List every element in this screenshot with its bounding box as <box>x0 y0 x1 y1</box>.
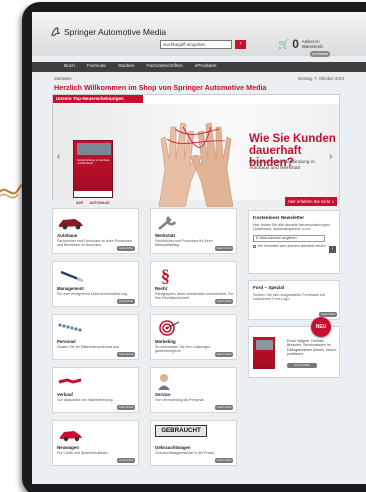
newsletter-consent[interactable]: Der Newsletter kann jederzeit abbestellt… <box>249 242 339 248</box>
category-tile-marketing[interactable]: Marketing So vermarkten Sie Ihre Leistun… <box>150 314 237 360</box>
tile-desc: Für Chefs und Spitzenverkäufer. <box>57 451 109 455</box>
tile-title: Personal <box>57 339 76 344</box>
horse-logo-icon <box>51 27 61 36</box>
handshake-icon <box>58 378 82 384</box>
category-tile-gebrauchtwagen[interactable]: GEBRAUCHT Gebrauchtwagen Gebrauchtwagenh… <box>150 420 237 466</box>
category-tile-service[interactable]: Service Von Vermarktung bis Personal. me… <box>150 367 237 413</box>
hero-slider: Unsere Top-Neuerscheinungen ‹ Kundenbind… <box>52 94 340 207</box>
cable-illustration <box>0 184 24 199</box>
newsletter-title: Kostenloser Newsletter <box>253 215 305 220</box>
ipad-frame: Springer Automotive Media Suchbegriff ei… <box>0 0 366 492</box>
tile-title: Neuwagen <box>57 445 79 450</box>
tile-title: Gebrauchtwagen <box>155 445 191 450</box>
category-tile-management[interactable]: Management Für eine erfolgreiche Unterne… <box>52 261 139 307</box>
wrench-icon <box>158 215 177 230</box>
tile-desc: Von Vermarktung bis Personal. <box>155 398 205 402</box>
more-info-button[interactable]: mehr Infos <box>117 299 135 304</box>
search-button[interactable]: › <box>235 40 246 49</box>
hands-illustration <box>158 122 234 207</box>
nav-item-eprodukte[interactable]: eProdukte <box>195 62 217 72</box>
tile-title: Service <box>155 392 171 397</box>
car-icon <box>59 219 83 230</box>
tile-title: Verkauf <box>57 392 73 397</box>
ford-desc: Sichern Sie sich ausgewählte Formulare m… <box>253 293 325 302</box>
nav-item-buch[interactable]: Buch <box>64 62 75 72</box>
book-logo: ASP <box>76 201 84 205</box>
logo-text: Springer Automotive Media <box>64 26 167 37</box>
category-tile-verkauf[interactable]: Verkauf Von Akquisition bis Nachbetreuun… <box>52 367 139 413</box>
tile-title: Management <box>57 286 84 291</box>
category-tile-recht[interactable]: § Recht Paragraphen leicht verständlich … <box>150 261 237 307</box>
person-icon <box>158 374 170 390</box>
book-cover-photo <box>77 143 111 155</box>
promo-button[interactable]: Zum Artikel <box>287 363 317 368</box>
springer-logo[interactable]: Springer Automotive Media <box>50 26 166 37</box>
book-cover-footer: ASP AUTOHAUS <box>74 191 112 205</box>
nav-item-studien[interactable]: Studien <box>118 62 134 72</box>
tile-desc: Gebrauchtwagenhandel in der Praxis. <box>155 451 216 455</box>
more-info-button[interactable]: mehr Infos <box>215 352 233 357</box>
category-tile-personal[interactable]: Personal Nutzen Sie Ihr Mitarbeiterpoten… <box>52 314 139 360</box>
new-badge: NEU <box>311 317 331 337</box>
pen-icon <box>60 270 84 283</box>
more-info-button[interactable]: mehr Infos <box>117 458 135 463</box>
tile-desc: Von Akquisition bis Nachbetreuung. <box>57 398 114 402</box>
newsletter-consent-label: Der Newsletter kann jederzeit abbestellt… <box>258 243 327 248</box>
category-tile-autohaus[interactable]: Autohaus Fachbücher und Formulare zu all… <box>52 208 139 254</box>
ford-special-box: Ford – Spezial Sichern Sie sich ausgewäh… <box>248 280 340 320</box>
nav-item-fachzeitschriften[interactable]: Fachzeitschriften <box>146 62 182 72</box>
more-info-button[interactable]: mehr Infos <box>215 299 233 304</box>
hero-banner[interactable]: ‹ Kundenbindung in Autohaus und Werkstat… <box>53 104 339 207</box>
site-header: Springer Automotive Media Suchbegriff ei… <box>32 12 366 57</box>
ford-title: Ford – Spezial <box>253 285 285 290</box>
page-title: Herzlich Willkommen im Shop von Springer… <box>54 83 267 92</box>
category-tile-neuwagen[interactable]: Neuwagen Für Chefs und Spitzenverkäufer.… <box>52 420 139 466</box>
newsletter-desc: Hier finden Sie alle aktuelle Neuerschei… <box>253 223 331 232</box>
newsletter-email-input[interactable]: E-Mail-Adresse angeben <box>253 234 325 242</box>
more-info-button[interactable]: mehr Infos <box>215 246 233 251</box>
cart-label: Artikel im Warenkorb <box>301 39 323 49</box>
nav-item-formular[interactable]: Formular <box>87 62 106 72</box>
next-slide-icon[interactable]: › <box>329 151 332 162</box>
new-car-icon <box>60 431 82 442</box>
tile-desc: Nutzen Sie Ihr Mitarbeiterpotenzial aus. <box>57 345 120 349</box>
more-info-button[interactable]: mehr Infos <box>215 458 233 463</box>
checkout-button[interactable]: zur Kasse <box>310 51 330 57</box>
main-nav: Buch Formular Studien Fachzeitschriften … <box>32 62 366 72</box>
current-date: Montag, 7. Oktober 2013 <box>298 76 345 81</box>
book-cover: Kundenbindung in Autohaus und Werkstatt … <box>73 140 113 205</box>
hero-cta-button[interactable]: Hier erfahren Sie mehr » <box>285 197 337 206</box>
svg-text:§: § <box>161 266 170 284</box>
people-icon <box>58 323 82 332</box>
promo-text: Erwin Wägner, Helmes Breschel: Servicewi… <box>287 339 337 356</box>
tile-title: Marketing <box>155 339 176 344</box>
breadcrumb[interactable]: Startseite <box>54 76 72 81</box>
cart-widget[interactable]: 🛒 0 Artikel im Warenkorb <box>278 37 338 51</box>
paragraph-icon: § <box>161 266 170 284</box>
hero-subline: Erfolgreiche Kundenbindung in Autohaus u… <box>249 160 315 171</box>
category-tile-werkstatt[interactable]: Werkstatt Fachbücher und Formulare für I… <box>150 208 237 254</box>
newsletter-submit-button[interactable]: › <box>329 246 336 253</box>
search-input[interactable]: Suchbegriff eingeben <box>160 40 232 49</box>
more-info-button[interactable]: mehr Infos <box>117 405 135 410</box>
cart-icon: 🛒 <box>278 38 290 49</box>
more-info-button[interactable]: mehr Infos <box>117 352 135 357</box>
tile-title: Autohaus <box>57 233 78 238</box>
cart-count: 0 <box>292 37 299 51</box>
book-cover-title: Kundenbindung in Autohaus und Werkstatt <box>77 159 110 166</box>
book-series: AUTOHAUS <box>89 201 110 205</box>
promo-book-photo <box>256 340 273 350</box>
target-icon <box>159 320 180 336</box>
gebraucht-sign: GEBRAUCHT <box>155 425 207 437</box>
more-info-button[interactable]: mehr Infos <box>215 405 233 410</box>
checkbox[interactable] <box>253 244 256 248</box>
newsletter-box: Kostenloser Newsletter Hier finden Sie a… <box>248 210 340 274</box>
tile-title: Werkstatt <box>155 233 175 238</box>
tile-title: Recht <box>155 286 168 291</box>
hero-tab: Unsere Top-Neuerscheinungen <box>53 95 143 103</box>
browser-screen: Springer Automotive Media Suchbegriff ei… <box>32 12 366 484</box>
prev-slide-icon[interactable]: ‹ <box>57 151 60 162</box>
tile-desc: Für eine erfolgreiche Unternehmensführun… <box>57 292 128 296</box>
more-info-button[interactable]: mehr Infos <box>117 246 135 251</box>
